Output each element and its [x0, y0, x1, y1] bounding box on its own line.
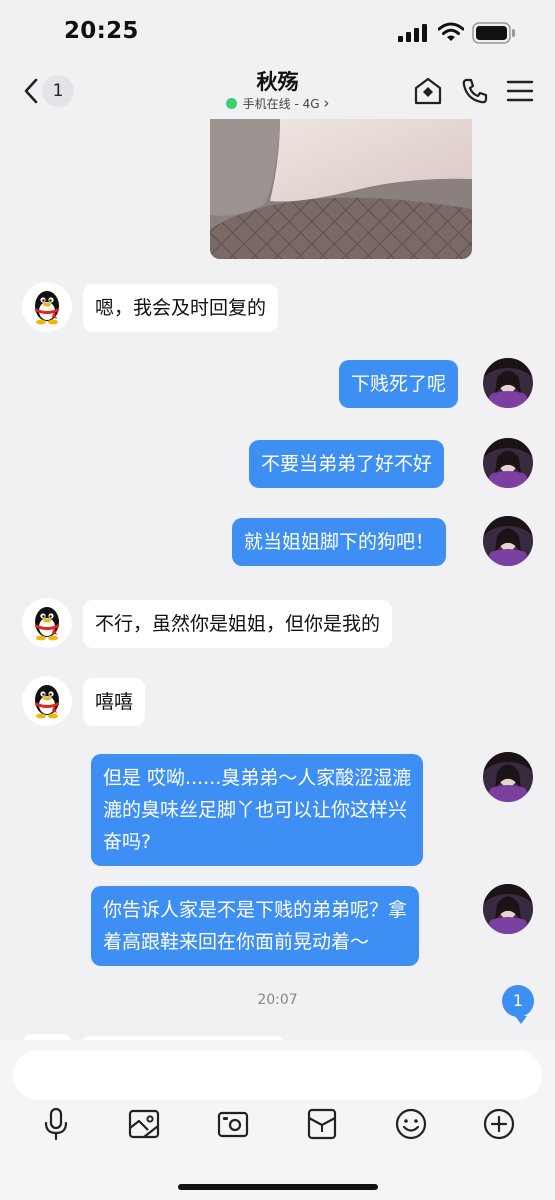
user-photo-avatar-icon	[483, 516, 533, 566]
plus-icon[interactable]	[481, 1106, 517, 1142]
online-status-text: 手机在线 - 4G	[242, 97, 320, 111]
penguin-avatar-icon	[22, 282, 72, 332]
my-avatar[interactable]	[483, 358, 533, 408]
user-photo-avatar-icon	[483, 358, 533, 408]
message-bubble-outgoing[interactable]: 不要当弟弟了好不好	[249, 440, 445, 488]
contact-avatar[interactable]	[22, 598, 72, 648]
emoji-icon[interactable]	[393, 1106, 429, 1142]
message-bubble-incoming[interactable]: 嗯，我会及时回复的	[83, 284, 279, 332]
message-input[interactable]	[13, 1050, 542, 1100]
wifi-icon	[438, 22, 464, 41]
user-photo-avatar-icon	[483, 884, 533, 934]
message-bubble-incoming[interactable]: 不行，虽然你是姐姐，但你是我的	[83, 600, 393, 648]
cellular-signal-icon	[398, 24, 427, 42]
image-message[interactable]	[210, 119, 472, 259]
message-line: 你告诉人家是不是下贱的弟弟呢？拿	[103, 899, 408, 921]
message-bubble-outgoing[interactable]: 你告诉人家是不是下贱的弟弟呢？拿 着高跟鞋来回在你面前晃动着～	[91, 886, 420, 966]
composer-area	[0, 1040, 555, 1200]
home-indicator	[178, 1184, 378, 1190]
penguin-avatar-icon	[22, 598, 72, 648]
new-message-badge[interactable]: 1	[502, 985, 534, 1024]
message-bubble-outgoing[interactable]: 就当姐姐脚下的狗吧！	[232, 518, 447, 566]
user-photo-avatar-icon	[483, 752, 533, 802]
online-dot-icon	[225, 98, 237, 109]
message-bubble-incoming[interactable]: 嘻嘻	[83, 678, 146, 726]
message-line: 奋吗?	[103, 831, 152, 853]
penguin-avatar-icon	[22, 676, 72, 726]
contact-avatar[interactable]	[22, 282, 72, 332]
status-bar: 20:25	[0, 0, 555, 62]
status-time: 20:25	[64, 18, 139, 44]
my-avatar[interactable]	[483, 884, 533, 934]
message-bubble-outgoing[interactable]: 下贱死了呢	[339, 360, 459, 408]
image-icon[interactable]	[126, 1106, 162, 1142]
user-photo-avatar-icon	[483, 438, 533, 488]
microphone-icon[interactable]	[38, 1106, 74, 1142]
menu-icon[interactable]	[505, 76, 535, 106]
camera-icon[interactable]	[215, 1106, 251, 1142]
chat-header: 1 秋殇 手机在线 - 4G ›	[0, 62, 555, 120]
photo-thumbnail	[210, 119, 472, 259]
my-avatar[interactable]	[483, 752, 533, 802]
message-bubble-outgoing[interactable]: 但是 哎呦......臭弟弟～人家酸涩湿漉 漉的臭味丝足脚丫也可以让你这样兴 奋…	[91, 754, 424, 866]
home-shield-icon[interactable]	[413, 76, 443, 106]
red-packet-icon[interactable]	[304, 1106, 340, 1142]
phone-icon[interactable]	[460, 76, 490, 106]
message-timestamp: 20:07	[257, 992, 298, 1008]
status-chevron-icon: ›	[323, 94, 330, 112]
message-line: 着高跟鞋来回在你面前晃动着～	[103, 931, 370, 953]
message-line: 漉的臭味丝足脚丫也可以让你这样兴	[103, 799, 408, 821]
contact-avatar[interactable]	[22, 676, 72, 726]
message-line: 但是 哎呦......臭弟弟～人家酸涩湿漉	[103, 767, 412, 789]
my-avatar[interactable]	[483, 438, 533, 488]
battery-icon	[472, 22, 515, 44]
my-avatar[interactable]	[483, 516, 533, 566]
